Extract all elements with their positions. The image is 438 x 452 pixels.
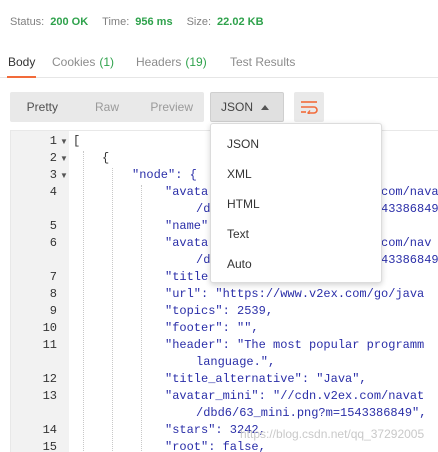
tab-headers[interactable]: Headers (19) xyxy=(136,48,207,78)
line-number: 7 xyxy=(49,270,57,284)
line-number: 10 xyxy=(42,321,57,335)
wrap-icon xyxy=(301,101,318,114)
size-label: Size: xyxy=(186,16,212,28)
tab-label: Cookies xyxy=(52,55,96,69)
response-tabs: Body Cookies (1) Headers (19) Test Results xyxy=(0,48,438,78)
line-number: 5 xyxy=(49,219,57,233)
line-number: 2 xyxy=(49,151,57,165)
line-number: 13 xyxy=(42,389,57,403)
tab-label: Test Results xyxy=(230,55,296,69)
line-number: 8 xyxy=(49,287,57,301)
line-number: 3 xyxy=(49,168,57,182)
code-line: language.", xyxy=(196,355,276,369)
format-option-json[interactable]: JSON xyxy=(227,137,259,151)
tab-label: Headers xyxy=(136,55,182,69)
format-option-xml[interactable]: XML xyxy=(227,167,252,181)
time-value: 956 ms xyxy=(135,16,173,28)
line-number: 15 xyxy=(42,440,57,452)
code-line: "topics": 2539, xyxy=(165,304,274,318)
code-line: { xyxy=(102,151,110,165)
line-number: 12 xyxy=(42,372,57,386)
tab-body[interactable]: Body xyxy=(7,48,37,78)
code-line: "avata xyxy=(165,185,209,199)
code-line: /d xyxy=(196,202,211,216)
format-select[interactable]: JSON xyxy=(210,92,284,122)
code-line: "title xyxy=(165,270,209,284)
view-mode-toggle: Pretty Raw Preview xyxy=(10,92,204,122)
fold-arrow-icon[interactable]: ▼ xyxy=(60,167,68,184)
caret-up-icon xyxy=(261,105,269,110)
status-value: 200 OK xyxy=(50,16,89,28)
indent-guide xyxy=(141,185,142,451)
tab-label: Body xyxy=(8,55,36,69)
watermark: https://blog.csdn.net/qq_37292005 xyxy=(240,427,425,441)
code-line: "node": { xyxy=(132,168,197,182)
format-option-auto[interactable]: Auto xyxy=(227,257,252,271)
view-mode-raw[interactable]: Raw xyxy=(75,92,140,122)
wrap-lines-button[interactable] xyxy=(294,92,324,122)
size-value: 22.02 KB xyxy=(217,16,264,28)
code-line: "header": "The most popular programm xyxy=(165,338,425,352)
code-line: [ xyxy=(73,134,81,148)
line-number: 6 xyxy=(49,236,57,250)
code-line: "url": "https://www.v2ex.com/go/java xyxy=(165,287,425,301)
code-line: "name" xyxy=(165,219,209,233)
tab-count: (19) xyxy=(185,55,207,69)
code-line: "title_alternative": "Java", xyxy=(165,372,367,386)
code-line-tail: com/nava xyxy=(381,185,438,199)
tab-test-results[interactable]: Test Results xyxy=(230,48,295,78)
code-line-tail: 43386849 xyxy=(381,253,438,267)
line-number: 11 xyxy=(42,338,57,352)
response-status-bar: Status: 200 OK Time: 956 ms Size: 22.02 … xyxy=(0,0,438,44)
line-number: 4 xyxy=(49,185,57,199)
status-label: Status: xyxy=(10,16,45,28)
format-option-text[interactable]: Text xyxy=(227,227,249,241)
code-line: "avata xyxy=(165,236,209,250)
code-line: "footer": "", xyxy=(165,321,259,335)
code-line-tail: com/nav xyxy=(381,236,432,250)
indent-guide xyxy=(112,168,113,451)
format-option-html[interactable]: HTML xyxy=(227,197,260,211)
code-line: /d xyxy=(196,253,211,267)
fold-arrow-icon[interactable]: ▼ xyxy=(60,150,68,167)
fold-arrow-icon[interactable]: ▼ xyxy=(60,133,68,150)
format-select-value: JSON xyxy=(221,100,254,114)
view-mode-preview[interactable]: Preview xyxy=(139,92,204,122)
indent-guide xyxy=(83,151,84,451)
code-line-tail: 43386849" xyxy=(381,202,438,216)
view-mode-pretty[interactable]: Pretty xyxy=(10,92,75,122)
code-line: "avatar_mini": "//cdn.v2ex.com/navat xyxy=(165,389,425,403)
tab-cookies[interactable]: Cookies (1) xyxy=(52,48,114,78)
tab-count: (1) xyxy=(99,55,115,69)
format-dropdown-menu: JSON XML HTML Text Auto xyxy=(210,123,382,283)
time-label: Time: xyxy=(102,16,130,28)
line-number: 14 xyxy=(42,423,57,437)
code-line: /dbd6/63_mini.png?m=1543386849", xyxy=(196,406,427,420)
line-number: 9 xyxy=(49,304,57,318)
line-number: 1 xyxy=(49,134,57,148)
